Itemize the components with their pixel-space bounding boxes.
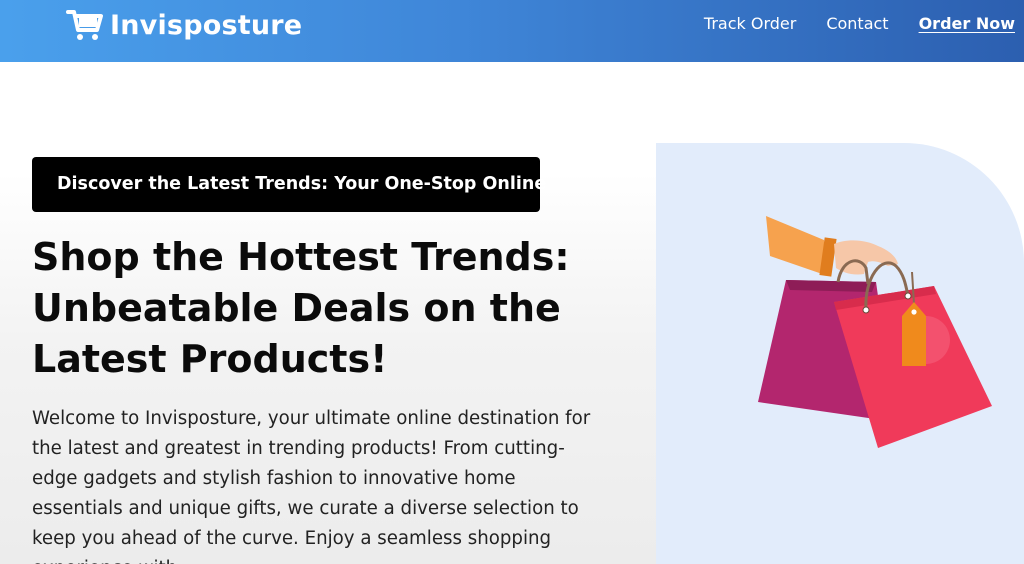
brand-logo[interactable]: Invisposture (66, 8, 302, 42)
grommet-left (862, 306, 870, 314)
grommet-right (904, 292, 912, 300)
nav-track-order[interactable]: Track Order (704, 14, 796, 33)
nav-order-now[interactable]: Order Now (919, 14, 1015, 33)
site-header: Invisposture Track Order Contact Order N… (0, 0, 1024, 62)
main-nav: Track Order Contact Order Now (674, 14, 1015, 33)
hand-holding-shopping-bags-illustration (758, 216, 992, 448)
tag-hole (911, 309, 917, 315)
back-bag-top (786, 280, 876, 292)
nav-contact[interactable]: Contact (826, 14, 888, 33)
sleeve-shape (766, 216, 828, 276)
hero-headline: Shop the Hottest Trends: Unbeatable Deal… (32, 235, 570, 381)
shopping-cart-icon (66, 10, 103, 40)
hero-tagline-banner: Discover the Latest Trends: Your One-Sto… (32, 157, 546, 212)
brand-name: Invisposture (110, 9, 303, 41)
hero-intro-text: Welcome to Invisposture, your ultimate o… (32, 408, 591, 564)
